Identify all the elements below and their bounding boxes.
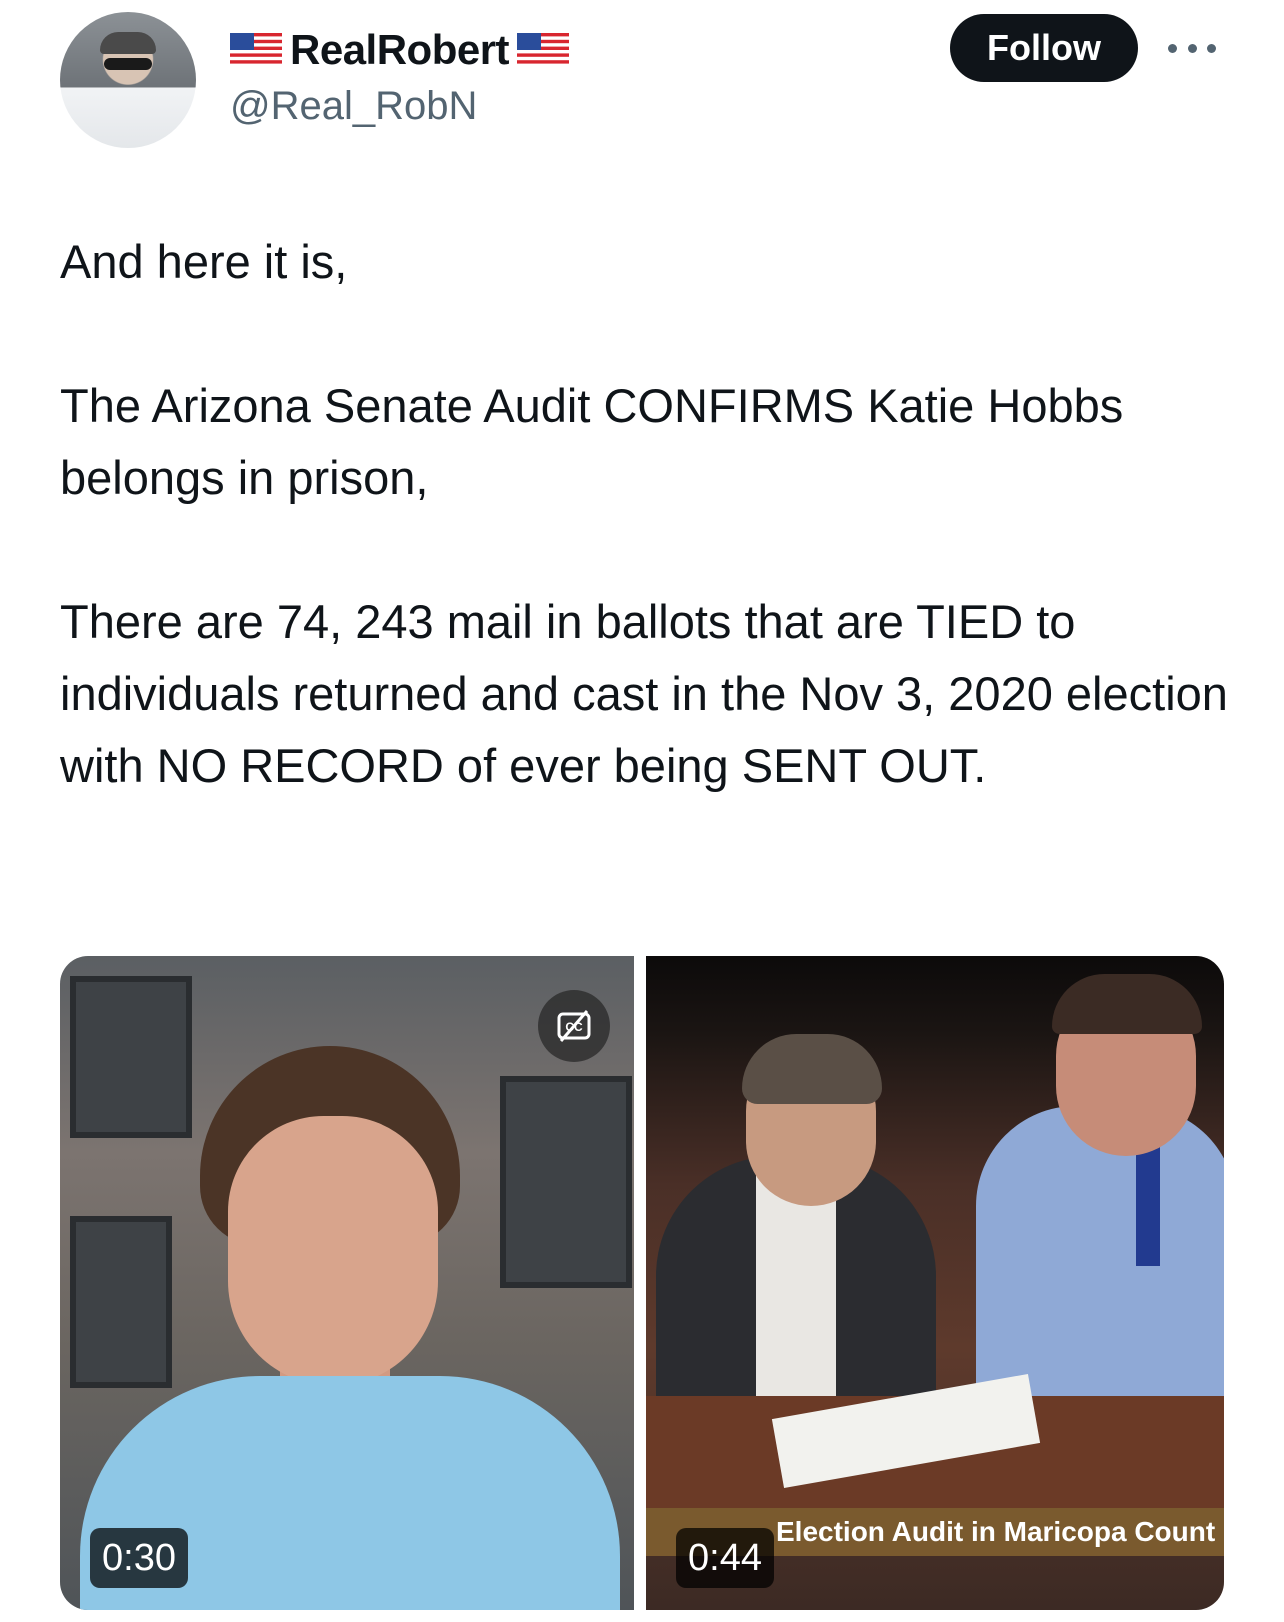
- us-flag-icon: [517, 33, 570, 67]
- person-left-hair: [742, 1034, 882, 1104]
- cc-off-icon: CC: [557, 1010, 591, 1042]
- video-thumbnail-1[interactable]: [60, 956, 634, 1610]
- dot: [1207, 43, 1216, 53]
- background-frame: [500, 1076, 632, 1288]
- more-options-icon[interactable]: [1168, 30, 1216, 66]
- background-frame: [70, 976, 192, 1138]
- speaker-face: [228, 1116, 438, 1386]
- person-right-hair: [1052, 974, 1202, 1034]
- tweet-paragraph: And here it is,: [60, 235, 348, 288]
- author-name-row[interactable]: RealRobert: [230, 26, 570, 74]
- author-avatar[interactable]: [60, 12, 196, 148]
- dot: [1187, 43, 1197, 53]
- tweet-paragraph: The Arizona Senate Audit CONFIRMS Katie …: [60, 379, 1124, 504]
- closed-captions-icon[interactable]: CC: [538, 990, 610, 1062]
- avatar-hair: [100, 32, 156, 54]
- dot: [1168, 43, 1177, 53]
- tweet-paragraph: There are 74, 243 mail in ballots that a…: [60, 595, 1228, 792]
- follow-button[interactable]: Follow: [950, 14, 1138, 82]
- person-right-tie: [1136, 1146, 1160, 1266]
- us-flag-icon: [230, 33, 282, 67]
- video-thumbnail-2[interactable]: Election Audit in Maricopa Count: [646, 956, 1224, 1610]
- video-duration-badge: 0:30: [90, 1528, 188, 1588]
- avatar-sunglasses: [104, 58, 152, 70]
- tweet-text: And here it is, The Arizona Senate Audit…: [60, 226, 1240, 802]
- author-display-name[interactable]: RealRobert: [290, 26, 510, 74]
- author-handle[interactable]: @Real_RobN: [230, 84, 477, 129]
- person-left-shirt: [756, 1166, 836, 1426]
- background-frame: [70, 1216, 172, 1388]
- video-duration-badge: 0:44: [676, 1528, 774, 1588]
